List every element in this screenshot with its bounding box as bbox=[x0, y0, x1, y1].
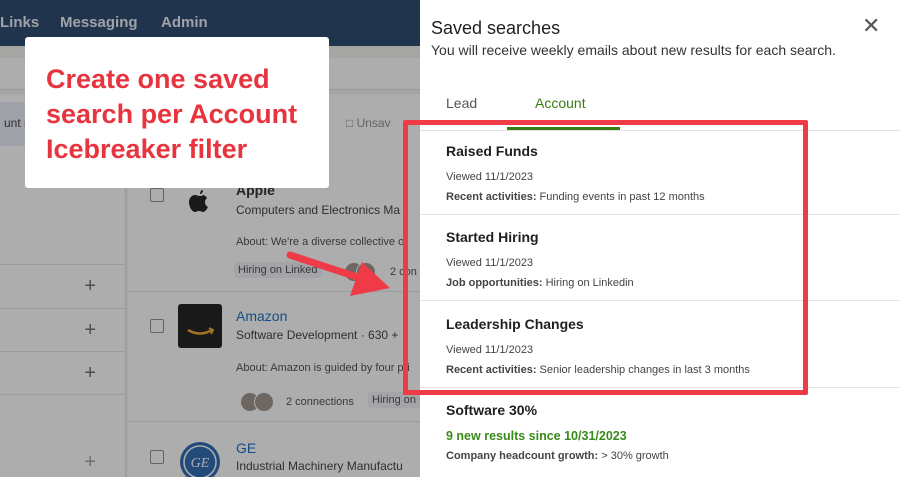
annotation-arrow-icon bbox=[286, 251, 390, 296]
